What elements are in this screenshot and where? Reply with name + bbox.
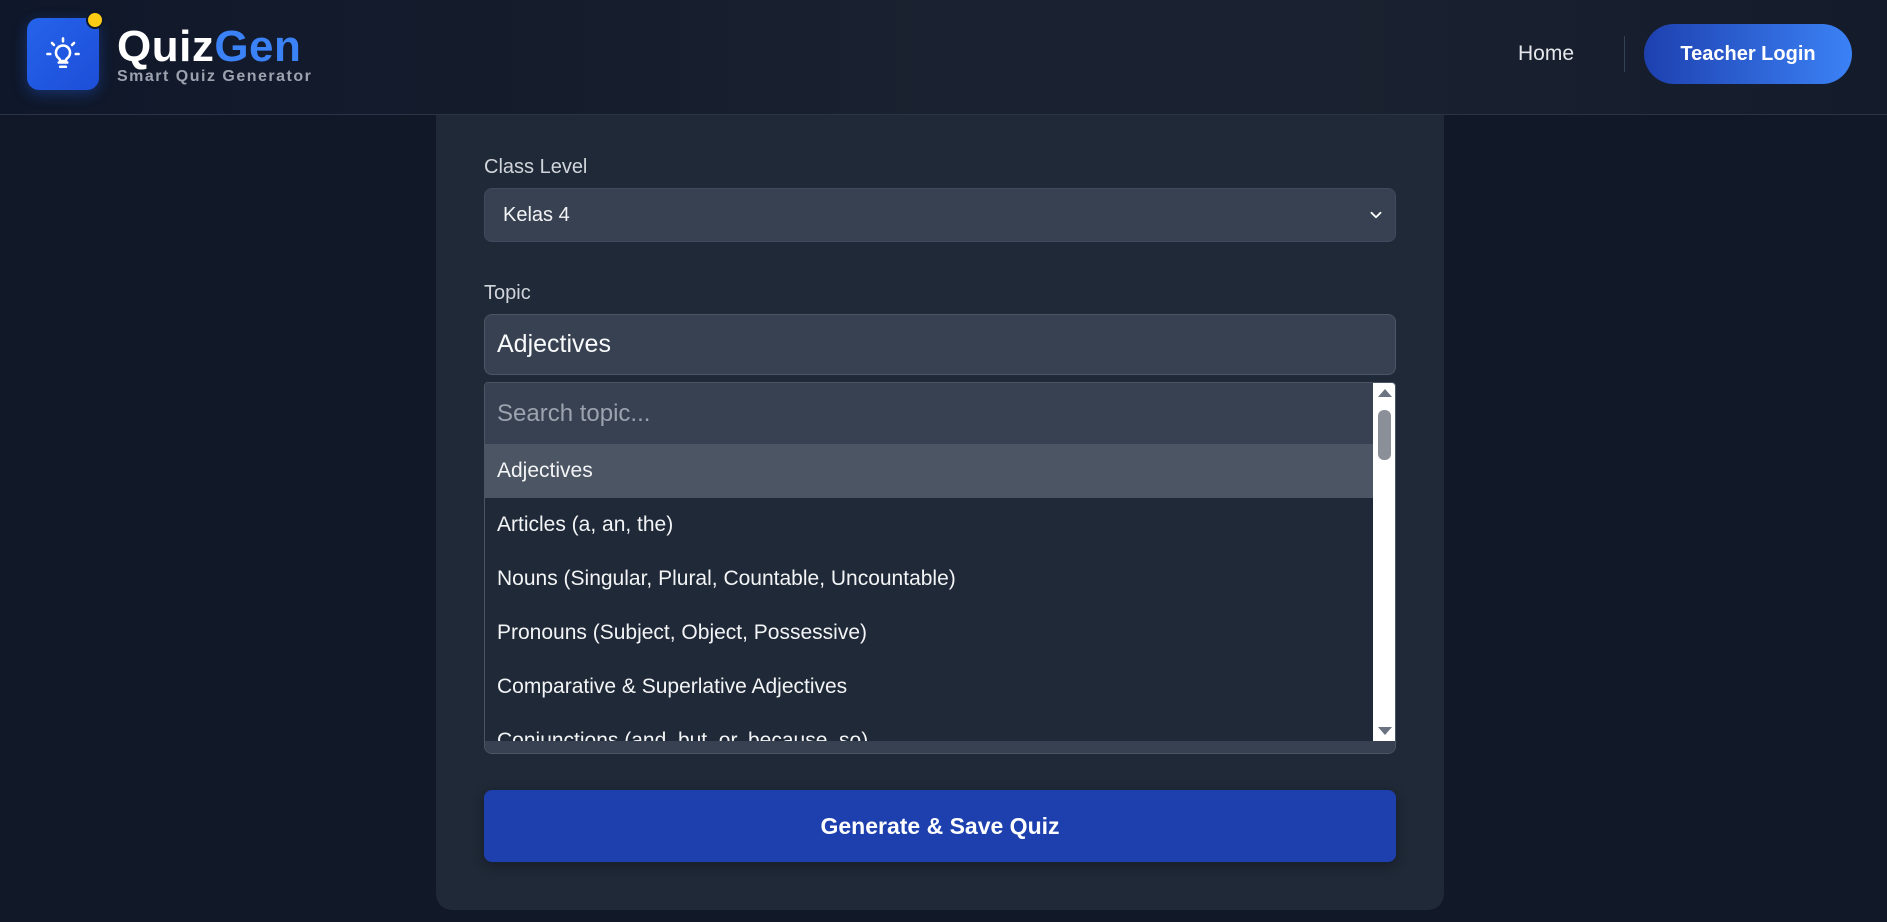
class-level-label: Class Level — [484, 156, 588, 178]
chevron-down-icon — [1370, 211, 1382, 219]
brand-name-part1: Quiz — [117, 22, 215, 71]
topic-select[interactable]: Adjectives — [484, 314, 1396, 375]
top-header: QuizGen Smart Quiz Generator Home Teache… — [0, 0, 1887, 115]
nav-home-link[interactable]: Home — [1518, 42, 1574, 66]
topic-dropdown: Search topic... Adjectives Articles (a, … — [484, 382, 1396, 754]
brand-name: QuizGen — [117, 22, 312, 72]
brand-tagline: Smart Quiz Generator — [117, 68, 313, 85]
topic-value: Adjectives — [497, 330, 611, 358]
dropdown-footer — [485, 741, 1395, 753]
scroll-down-arrow-icon[interactable] — [1378, 727, 1392, 735]
scroll-thumb[interactable] — [1378, 410, 1391, 460]
topic-label: Topic — [484, 282, 531, 304]
class-level-value: Kelas 4 — [503, 203, 570, 226]
topic-option[interactable]: Comparative & Superlative Adjectives — [485, 660, 1373, 714]
scroll-up-arrow-icon[interactable] — [1378, 389, 1392, 397]
brand-name-part2: Gen — [214, 22, 302, 71]
generate-save-quiz-button[interactable]: Generate & Save Quiz — [484, 790, 1396, 862]
nav-divider — [1624, 36, 1625, 72]
notification-dot — [86, 11, 104, 29]
dropdown-scrollbar[interactable] — [1373, 383, 1395, 741]
logo[interactable] — [27, 18, 99, 90]
topic-search-input[interactable]: Search topic... — [485, 383, 1373, 444]
lightbulb-icon — [46, 37, 80, 69]
topic-option[interactable]: Conjunctions (and, but, or, because, so) — [485, 714, 1373, 741]
topic-option[interactable]: Articles (a, an, the) — [485, 498, 1373, 552]
topic-option[interactable]: Adjectives — [485, 444, 1373, 498]
topic-options-list: Adjectives Articles (a, an, the) Nouns (… — [485, 444, 1373, 741]
topic-option[interactable]: Nouns (Singular, Plural, Countable, Unco… — [485, 552, 1373, 606]
topic-option[interactable]: Pronouns (Subject, Object, Possessive) — [485, 606, 1373, 660]
class-level-select[interactable]: Kelas 4 — [484, 188, 1396, 242]
teacher-login-button[interactable]: Teacher Login — [1644, 24, 1852, 84]
brand[interactable]: QuizGen Smart Quiz Generator — [117, 22, 312, 86]
